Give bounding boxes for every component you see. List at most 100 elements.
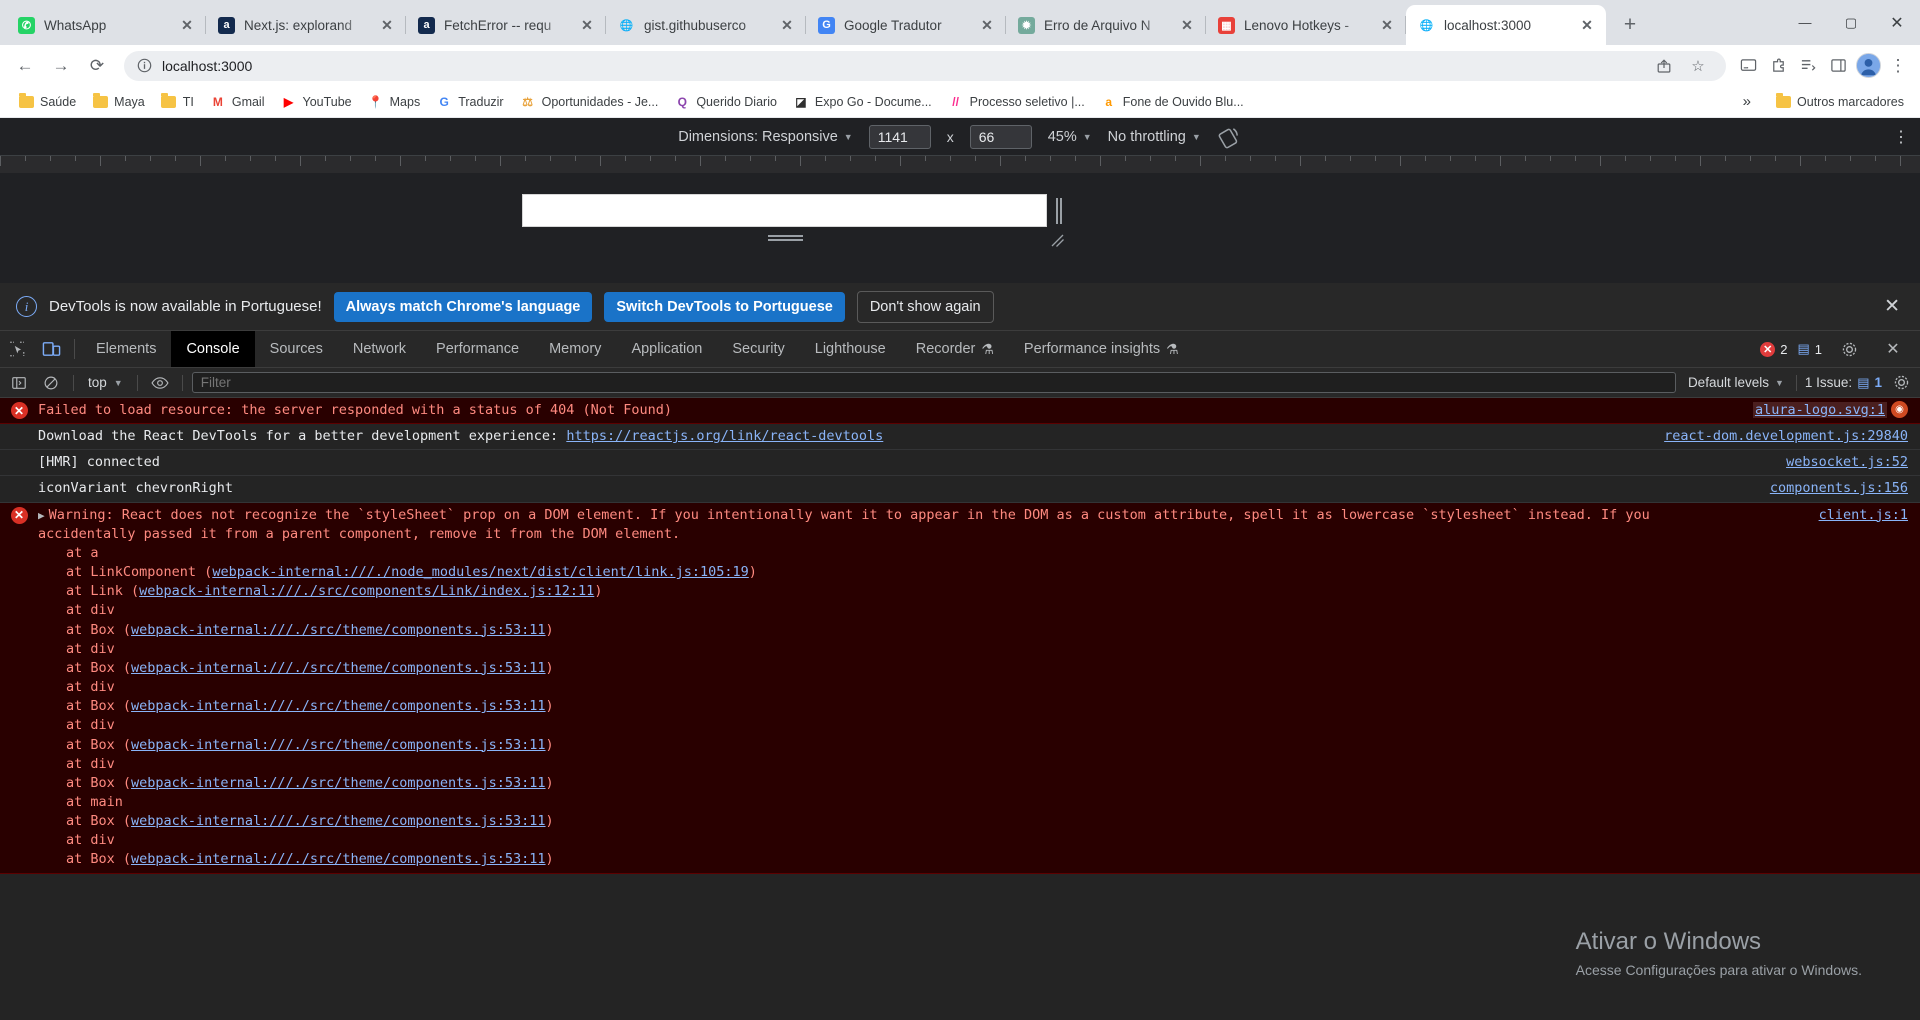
stack-frame-link[interactable]: webpack-internal:///./src/theme/componen…	[131, 737, 546, 753]
reload-button[interactable]: ⟳	[80, 49, 114, 83]
message-link[interactable]: https://reactjs.org/link/react-devtools	[566, 428, 883, 444]
avatar[interactable]	[1854, 52, 1882, 80]
source-link[interactable]: components.js:156	[1770, 480, 1908, 496]
devtools-tab-application[interactable]: Application	[616, 331, 717, 367]
devtools-tab-memory[interactable]: Memory	[534, 331, 616, 367]
console-context-selector[interactable]: top ▼	[83, 375, 128, 390]
browser-tab[interactable]: 🌐 localhost:3000 ✕	[1406, 5, 1606, 45]
close-tab-icon[interactable]: ✕	[578, 16, 596, 34]
other-bookmarks-folder[interactable]: Outros marcadores	[1767, 91, 1912, 113]
bookmarks-overflow-button[interactable]: »	[1735, 90, 1759, 113]
source-link[interactable]: websocket.js:52	[1786, 454, 1908, 470]
dont-show-again-button[interactable]: Don't show again	[856, 290, 994, 323]
reading-list-icon[interactable]	[1794, 52, 1822, 80]
expand-arrow-icon[interactable]: ▶	[38, 509, 45, 522]
error-count-badge[interactable]: ✕ 2	[1760, 341, 1787, 357]
profile-avatar[interactable]	[1855, 53, 1881, 78]
devtools-tab-elements[interactable]: Elements	[81, 331, 171, 367]
source-link[interactable]: client.js:1	[1819, 507, 1908, 523]
close-window-button[interactable]: ✕	[1874, 0, 1920, 45]
extensions-icon[interactable]	[1764, 52, 1792, 80]
stack-frame-link[interactable]: webpack-internal:///./src/theme/componen…	[131, 775, 546, 791]
bookmark-item[interactable]: // Processo seletivo |...	[940, 91, 1093, 113]
clear-console-icon[interactable]	[38, 371, 64, 395]
browser-tab[interactable]: a Next.js: explorand ✕	[206, 5, 406, 45]
viewport-corner-handle[interactable]	[1050, 233, 1064, 247]
bookmark-item[interactable]: ⚖ Oportunidades - Je...	[512, 91, 667, 113]
browser-tab[interactable]: 🌐 gist.githubuserco ✕	[606, 5, 806, 45]
zoom-selector[interactable]: 45% ▼	[1048, 129, 1092, 145]
bookmark-item[interactable]: ◪ Expo Go - Docume...	[785, 91, 940, 113]
message-source-badge[interactable]: alura-logo.svg:1 ◉	[1752, 401, 1908, 418]
devtools-tab-performance[interactable]: Performance	[421, 331, 534, 367]
browser-tab[interactable]: ✆ WhatsApp ✕	[6, 5, 206, 45]
browser-tab[interactable]: G Google Tradutor ✕	[806, 5, 1006, 45]
bookmark-item[interactable]: a Fone de Ouvido Blu...	[1093, 91, 1252, 113]
browser-tab[interactable]: a FetchError -- requ ✕	[406, 5, 606, 45]
device-toolbar-menu-icon[interactable]: ⋮	[1893, 127, 1910, 147]
toggle-device-toolbar-icon[interactable]	[34, 331, 68, 367]
live-expression-icon[interactable]	[147, 371, 173, 395]
close-tab-icon[interactable]: ✕	[1378, 16, 1396, 34]
stack-frame-link[interactable]: webpack-internal:///./src/theme/componen…	[131, 698, 546, 714]
device-preset-selector[interactable]: Dimensions: Responsive ▼	[678, 129, 853, 145]
devtools-tab-network[interactable]: Network	[338, 331, 421, 367]
console-message-row[interactable]: iconVariant chevronRight components.js:15…	[0, 476, 1920, 503]
minimize-button[interactable]: —	[1782, 0, 1828, 45]
viewport-width-input[interactable]: 1141	[868, 124, 931, 149]
console-message-row[interactable]: ✕ ▶ Warning: React does not recognize the …	[0, 502, 1920, 874]
source-link[interactable]: alura-logo.svg:1	[1752, 401, 1887, 418]
console-levels-selector[interactable]: Default levels ▼	[1682, 375, 1790, 390]
devtools-tab-console[interactable]: Console	[171, 331, 255, 367]
browser-tab[interactable]: ▦ Lenovo Hotkeys - ✕	[1206, 5, 1406, 45]
maximize-button[interactable]: ▢	[1828, 0, 1874, 45]
rotate-device-icon[interactable]	[1217, 124, 1242, 149]
close-devtools-icon[interactable]: ✕	[1876, 339, 1910, 359]
browser-tab[interactable]: ✹ Erro de Arquivo N ✕	[1006, 5, 1206, 45]
gear-icon[interactable]	[1832, 341, 1866, 358]
issues-chip[interactable]: 1 Issue: ▤ 1	[1795, 374, 1882, 391]
close-tab-icon[interactable]: ✕	[1178, 16, 1196, 34]
stack-frame-link[interactable]: webpack-internal:///./node_modules/next/…	[212, 564, 748, 580]
bookmark-item[interactable]: 📍 Maps	[360, 91, 429, 113]
bookmark-item[interactable]: G Traduzir	[428, 91, 511, 113]
bookmark-item[interactable]: TI	[153, 91, 202, 113]
devtools-tab-sources[interactable]: Sources	[255, 331, 338, 367]
inspect-element-icon[interactable]	[0, 331, 34, 367]
share-icon[interactable]	[1650, 52, 1678, 80]
chrome-menu-icon[interactable]: ⋮	[1884, 52, 1912, 80]
forward-button[interactable]: →	[44, 49, 78, 83]
close-tab-icon[interactable]: ✕	[778, 16, 796, 34]
always-match-language-button[interactable]: Always match Chrome's language	[333, 291, 593, 322]
close-tab-icon[interactable]: ✕	[178, 16, 196, 34]
console-settings-gear-icon[interactable]	[1888, 371, 1914, 395]
console-message-row[interactable]: ✕ Failed to load resource: the server res…	[0, 398, 1920, 425]
show-console-sidebar-icon[interactable]	[6, 371, 32, 395]
close-tab-icon[interactable]: ✕	[1578, 16, 1596, 34]
stack-frame-link[interactable]: webpack-internal:///./src/theme/componen…	[131, 813, 546, 829]
devtools-tab-security[interactable]: Security	[717, 331, 799, 367]
console-filter-input[interactable]	[191, 372, 1676, 393]
bookmark-item[interactable]: Saúde	[10, 91, 84, 113]
source-link[interactable]: react-dom.development.js:29840	[1664, 428, 1908, 444]
message-count-badge[interactable]: ▤ 1	[1797, 341, 1822, 357]
switch-to-portuguese-button[interactable]: Switch DevTools to Portuguese	[604, 291, 845, 322]
throttling-selector[interactable]: No throttling ▼	[1108, 129, 1201, 145]
cast-icon[interactable]	[1734, 52, 1762, 80]
new-tab-button[interactable]: +	[1614, 9, 1646, 41]
bookmark-item[interactable]: M Gmail	[202, 91, 273, 113]
bookmark-item[interactable]: Maya	[84, 91, 153, 113]
site-info-icon[interactable]	[137, 58, 152, 73]
devtools-tab-lighthouse[interactable]: Lighthouse	[800, 331, 901, 367]
close-tab-icon[interactable]: ✕	[978, 16, 996, 34]
address-bar[interactable]: localhost:3000 ☆	[124, 50, 1726, 81]
bookmark-item[interactable]: ▶ YouTube	[273, 91, 360, 113]
devtools-tab-performance-insights[interactable]: Performance insights ⚗	[1009, 331, 1194, 367]
viewport-height-handle[interactable]	[768, 235, 803, 241]
bookmark-item[interactable]: Q Querido Diario	[666, 91, 785, 113]
side-panel-icon[interactable]	[1824, 52, 1852, 80]
console-message-row[interactable]: [HMR] connected websocket.js:52	[0, 450, 1920, 477]
console-messages-list[interactable]: ✕ Failed to load resource: the server res…	[0, 398, 1920, 1020]
viewport-height-input[interactable]: 66	[969, 124, 1032, 149]
close-tab-icon[interactable]: ✕	[378, 16, 396, 34]
